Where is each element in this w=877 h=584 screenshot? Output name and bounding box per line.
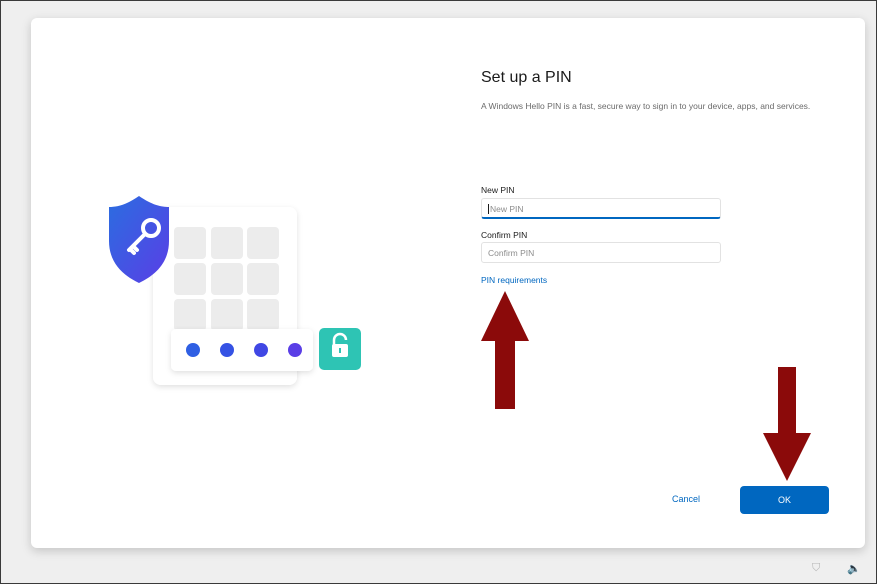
keypad-keys <box>174 227 279 331</box>
unlock-icon <box>319 328 361 370</box>
pin-dot <box>254 343 268 357</box>
cancel-button[interactable]: Cancel <box>672 494 700 504</box>
ok-button[interactable]: OK <box>740 486 829 514</box>
confirm-pin-placeholder: Confirm PIN <box>488 248 535 258</box>
confirm-pin-label: Confirm PIN <box>481 230 528 240</box>
new-pin-field[interactable]: New PIN <box>481 198 721 219</box>
text-caret <box>488 204 489 214</box>
pin-dot <box>288 343 302 357</box>
new-pin-placeholder: New PIN <box>490 204 524 214</box>
page-description: A Windows Hello PIN is a fast, secure wa… <box>481 101 811 111</box>
volume-icon[interactable]: 🔈 <box>847 562 861 575</box>
new-pin-label: New PIN <box>481 185 515 195</box>
annotation-arrow-up <box>481 291 529 409</box>
pin-requirements-link[interactable]: PIN requirements <box>481 275 547 285</box>
pin-dot <box>220 343 234 357</box>
annotation-arrow-down <box>763 367 811 481</box>
pin-dot <box>186 343 200 357</box>
accessibility-icon[interactable]: ⛉ <box>812 562 820 575</box>
confirm-pin-field[interactable]: Confirm PIN <box>481 242 721 263</box>
page-title: Set up a PIN <box>481 69 572 86</box>
